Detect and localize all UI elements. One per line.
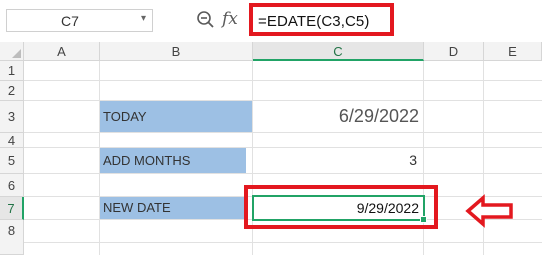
column-header-c[interactable]: C xyxy=(253,42,424,61)
column-header-e[interactable]: E xyxy=(484,42,542,61)
zoom-icon[interactable] xyxy=(196,10,216,30)
select-all-corner[interactable] xyxy=(0,42,24,61)
cell-c3[interactable]: 6/29/2022 xyxy=(253,101,419,132)
row-header-5[interactable]: 5 xyxy=(0,148,24,174)
formula-highlight-box xyxy=(249,3,394,36)
name-box-value: C7 xyxy=(61,13,79,29)
row-header-6[interactable]: 6 xyxy=(0,174,24,197)
column-header-d[interactable]: D xyxy=(424,42,484,61)
chevron-down-icon[interactable]: ▾ xyxy=(141,13,146,24)
cell-c5[interactable]: 3 xyxy=(253,148,417,173)
result-highlight-box xyxy=(244,185,438,229)
cell-b7[interactable]: NEW DATE xyxy=(100,197,245,219)
cell-b5[interactable]: ADD MONTHS xyxy=(100,148,246,173)
fx-icon[interactable]: fx xyxy=(222,9,238,29)
gridline xyxy=(24,173,542,174)
formula-bar: C7 ▾ fx =EDATE(C3,C5) xyxy=(0,0,542,42)
column-header-a[interactable]: A xyxy=(24,42,100,61)
row-header-4[interactable]: 4 xyxy=(0,133,24,148)
name-box[interactable]: C7 ▾ xyxy=(6,9,153,32)
left-arrow-icon xyxy=(465,194,513,228)
cell-b3[interactable]: TODAY xyxy=(100,101,252,132)
gridline xyxy=(24,242,542,243)
row-header-8[interactable]: 8 xyxy=(0,220,24,255)
row-header-1[interactable]: 1 xyxy=(0,61,24,81)
column-header-b[interactable]: B xyxy=(100,42,253,61)
row-header-2[interactable]: 2 xyxy=(0,81,24,101)
row-header-3[interactable]: 3 xyxy=(0,101,24,133)
gridline xyxy=(24,132,542,133)
gridline xyxy=(24,80,542,81)
row-header-7[interactable]: 7 xyxy=(0,197,24,220)
